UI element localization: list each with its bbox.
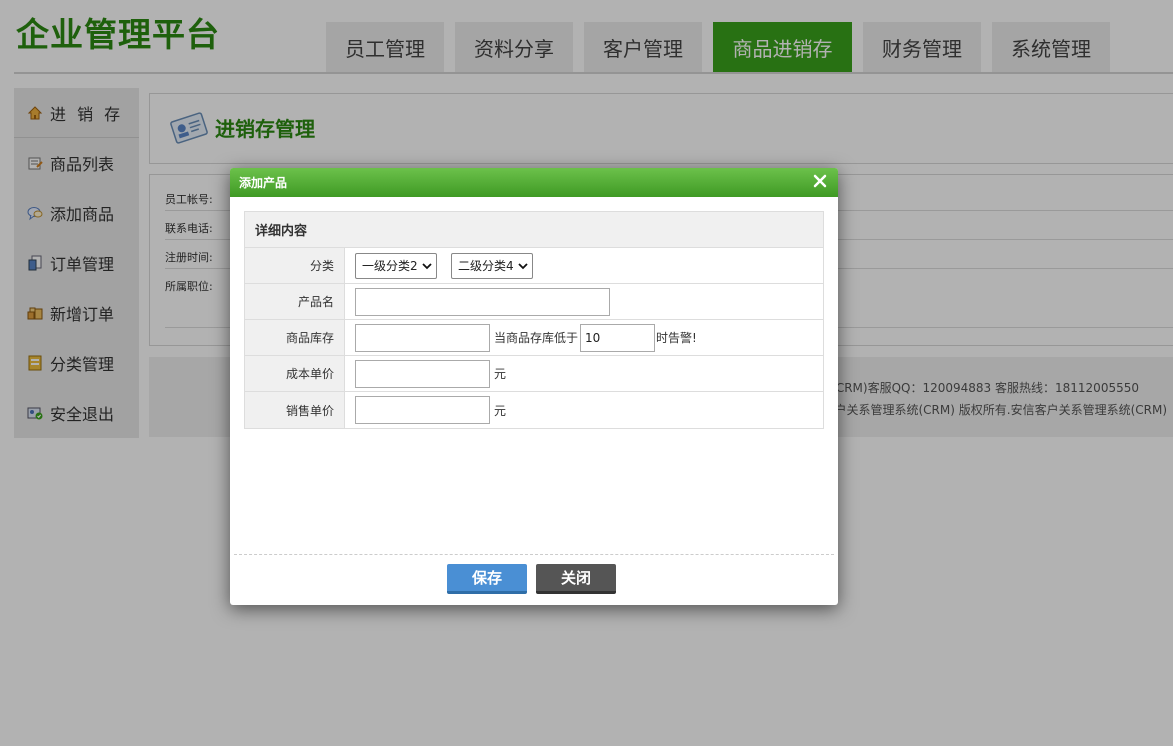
category-label: 分类: [245, 248, 345, 283]
stock-alert-suffix: 时告警!: [656, 331, 697, 345]
chevron-down-icon: [518, 262, 528, 269]
product-name-field: [345, 284, 823, 319]
stock-alert-prefix: 当商品存库低于: [494, 331, 579, 345]
cost-price-field: 元: [345, 356, 823, 391]
stock-alert-input[interactable]: [580, 323, 656, 352]
dialog-footer-divider: [234, 554, 834, 555]
dialog-title: 添加产品: [230, 168, 838, 197]
close-button[interactable]: 关闭: [536, 564, 616, 594]
sale-price-input[interactable]: [355, 396, 490, 424]
category-level1-select[interactable]: 一级分类2: [355, 252, 437, 279]
cost-price-label: 成本单价: [245, 356, 345, 391]
section-title: 详细内容: [245, 212, 823, 248]
product-name-label: 产品名: [245, 284, 345, 319]
category-level2-value: 二级分类4: [458, 259, 514, 273]
product-name-input[interactable]: [355, 287, 610, 316]
save-button[interactable]: 保存: [447, 564, 527, 594]
cost-unit: 元: [494, 367, 507, 381]
form-row-name: 产品名: [245, 284, 823, 320]
category-level2-select[interactable]: 二级分类4: [451, 252, 533, 279]
stock-label: 商品库存: [245, 320, 345, 355]
cost-price-input[interactable]: [355, 359, 490, 388]
category-field: 一级分类2 二级分类4: [345, 248, 823, 283]
add-product-dialog: 添加产品 详细内容 分类 一级分类2 二级分类4 产品名 商品库存 当商品存库低…: [230, 168, 838, 605]
form-row-category: 分类 一级分类2 二级分类4: [245, 248, 823, 284]
sale-price-field: 元: [345, 392, 823, 428]
form-row-cost: 成本单价 元: [245, 356, 823, 392]
stock-field: 当商品存库低于 时告警!: [345, 320, 823, 355]
sale-price-label: 销售单价: [245, 392, 345, 428]
category-level1-value: 一级分类2: [362, 259, 418, 273]
chevron-down-icon: [422, 262, 432, 269]
product-form: 详细内容 分类 一级分类2 二级分类4 产品名 商品库存 当商品存库低于 10 …: [244, 211, 824, 429]
form-row-stock: 商品库存 当商品存库低于 时告警!: [245, 320, 823, 356]
form-row-sale: 销售单价 元: [245, 392, 823, 428]
sale-unit: 元: [494, 403, 507, 418]
stock-input[interactable]: [355, 323, 490, 352]
close-icon[interactable]: [812, 173, 828, 189]
